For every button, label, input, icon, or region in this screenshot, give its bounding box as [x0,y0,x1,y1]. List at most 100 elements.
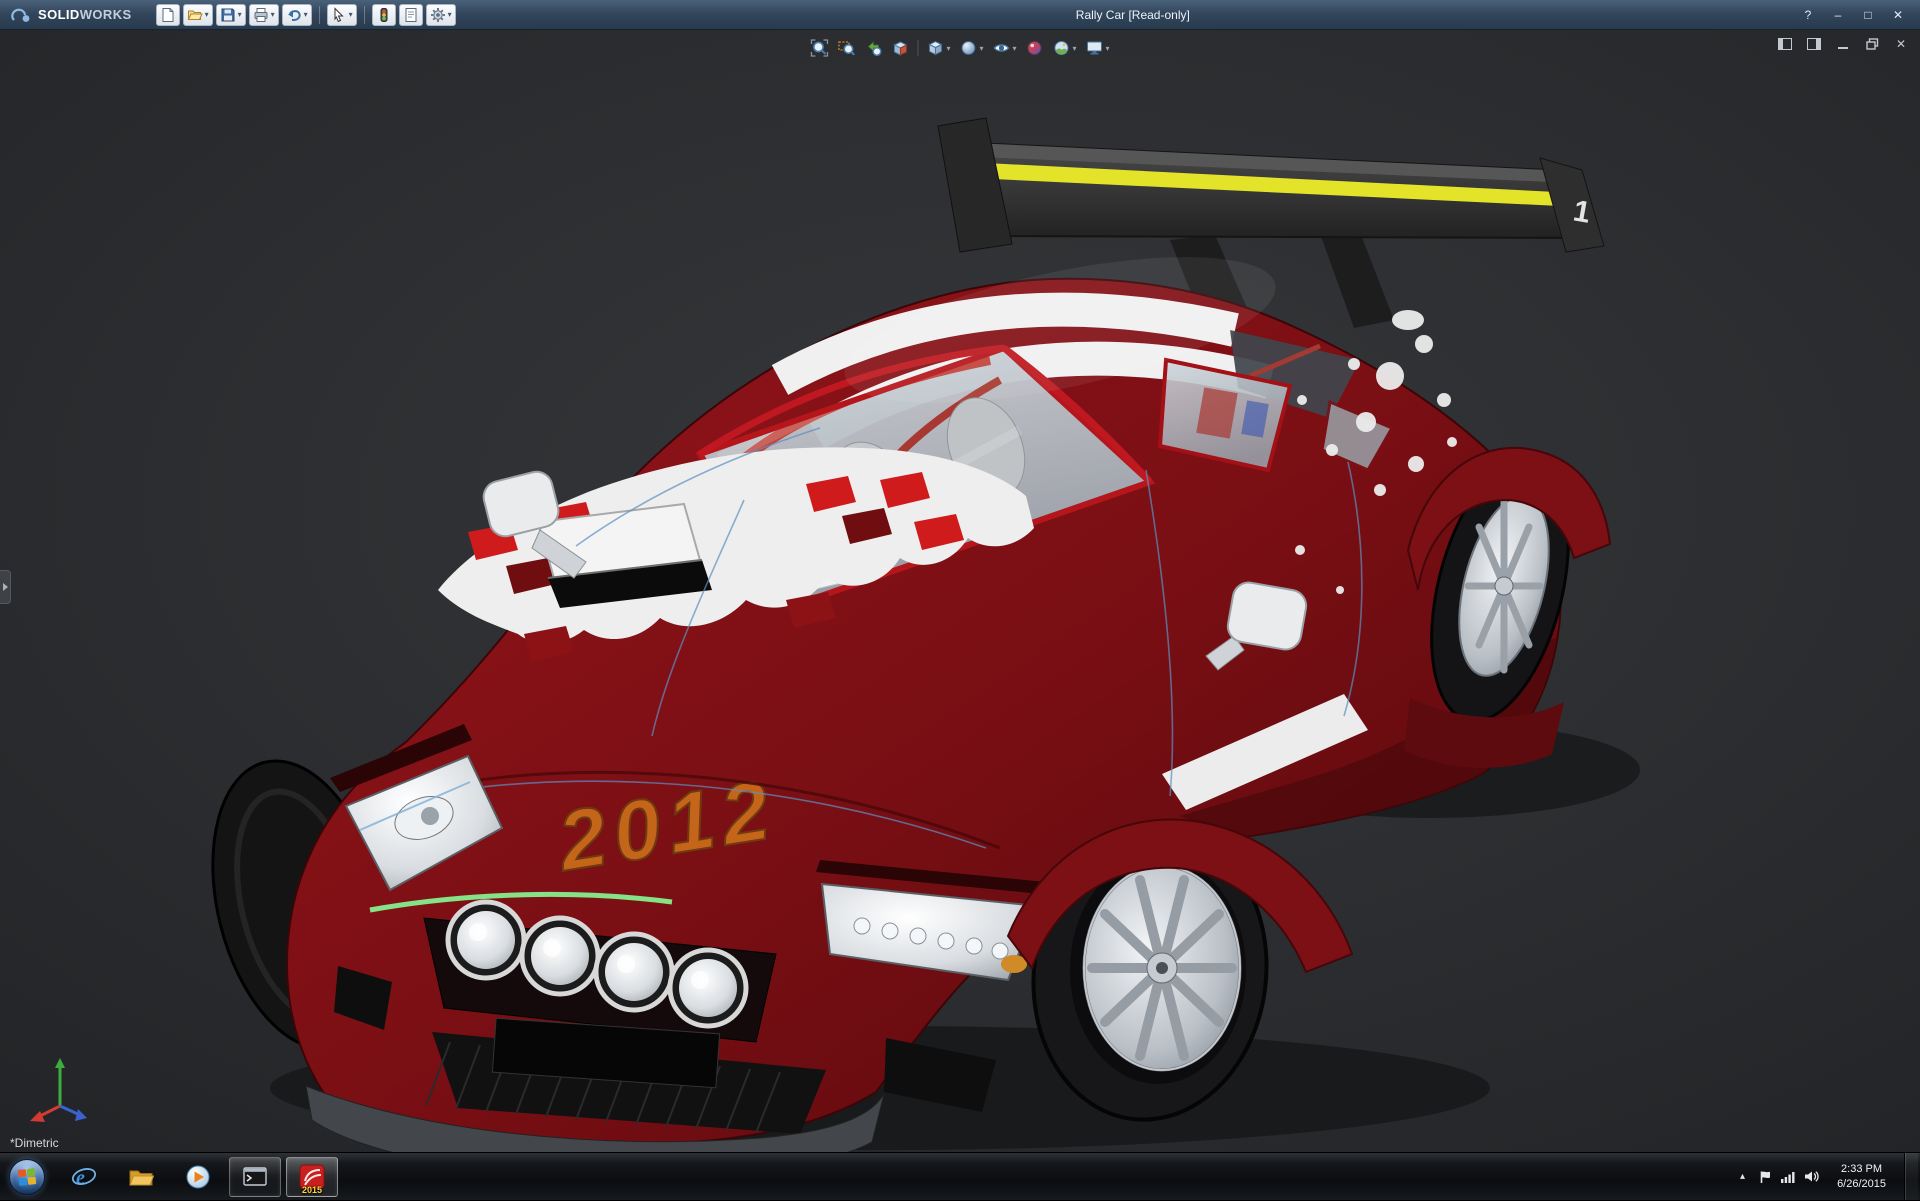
rebuild-trafficlight-icon [376,7,392,23]
solidworks-logo [10,7,32,23]
open-folder-icon [187,7,203,23]
zoom-to-area-icon [837,39,855,57]
view-settings-icon [1086,39,1104,57]
minimize-button[interactable]: – [1824,4,1852,26]
document-title: Rally Car [Read-only] [1076,8,1190,22]
gear-icon [430,7,446,23]
chevron-down-icon: ▾ [304,11,308,19]
chevron-down-icon: ▾ [205,11,209,19]
scene-icon [1053,39,1071,57]
select-button[interactable]: ▾ [327,4,357,26]
solidworks-version-badge: 2015 [302,1185,322,1195]
taskbar-item-solidworks-2015[interactable]: 2015 [286,1157,338,1197]
volume-icon[interactable] [1804,1170,1819,1183]
file-properties-icon [403,7,419,23]
taskbar-item-command-prompt[interactable] [229,1157,281,1197]
toolbar-separator [364,6,365,24]
rally-car-model[interactable]: 1 [0,30,1920,1152]
featuremanager-collapsed-tab[interactable] [0,570,11,604]
previous-view-button[interactable] [860,36,886,60]
taskbar-item-windows-explorer[interactable] [115,1157,167,1197]
apply-scene-button[interactable]: ▾ [1049,36,1081,60]
toolbar-separator [917,40,918,56]
previous-view-icon [864,39,882,57]
rebuild-button[interactable] [372,4,396,26]
clock-time: 2:33 PM [1837,1162,1886,1177]
internet-explorer-icon: e [71,1164,97,1190]
file-toolbar: ▾ ▾ ▾ ▾ ▾ ▾ [156,4,456,26]
window-controls: ? – □ ✕ [1794,4,1920,26]
minimize-document-button[interactable] [1832,35,1854,53]
chevron-down-icon: ▾ [1073,44,1077,53]
show-desktop-button[interactable] [1904,1153,1918,1200]
taskbar-clock[interactable]: 2:33 PM 6/26/2015 [1829,1162,1894,1192]
system-tray: ▴ 2:33 PM 6/26/2015 [1736,1153,1920,1200]
display-style-button[interactable]: ▾ [955,36,987,60]
open-button[interactable]: ▾ [183,4,213,26]
taskbar-items: e 2015 [58,1157,338,1197]
close-button[interactable]: ✕ [1884,4,1912,26]
app-titlebar: SOLIDWORKS ▾ ▾ ▾ ▾ ▾ [0,0,1920,30]
windows-taskbar: e 2015 ▴ 2:33 PM [0,1152,1920,1200]
eye-icon [992,39,1010,57]
new-button[interactable] [156,4,180,26]
file-properties-button[interactable] [399,4,423,26]
tray-icons [1759,1170,1819,1184]
zoom-to-fit-button[interactable] [806,36,832,60]
taskbar-item-internet-explorer[interactable]: e [58,1157,110,1197]
chevron-down-icon: ▾ [448,11,452,19]
taskbar-item-media-player[interactable] [172,1157,224,1197]
appearance-ball-icon [1026,39,1044,57]
zoom-to-area-button[interactable] [833,36,859,60]
show-left-pane-button[interactable] [1774,35,1796,53]
new-document-icon [160,7,176,23]
display-style-icon [959,39,977,57]
chevron-down-icon: ▾ [271,11,275,19]
brand-text: SOLIDWORKS [38,7,132,22]
view-settings-button[interactable]: ▾ [1082,36,1114,60]
save-button[interactable]: ▾ [216,4,246,26]
toolbar-separator [319,6,320,24]
printer-icon [253,7,269,23]
options-button[interactable]: ▾ [426,4,456,26]
folder-icon [128,1164,154,1190]
show-hidden-icons-button[interactable]: ▴ [1736,1167,1749,1186]
restore-icon [1866,38,1879,50]
graphics-viewport[interactable]: 1 [0,30,1920,1152]
right-pane-icon [1807,38,1821,50]
document-window-controls: ✕ [1774,35,1912,53]
section-view-button[interactable] [887,36,913,60]
chevron-down-icon: ▾ [946,44,950,53]
chevron-down-icon: ▾ [1012,44,1016,53]
action-center-flag-icon[interactable] [1759,1170,1772,1184]
save-disk-icon [220,7,236,23]
heads-up-view-toolbar: ▾ ▾ ▾ ▾ ▾ [806,36,1113,60]
network-icon[interactable] [1781,1171,1795,1183]
view-orientation-button[interactable]: ▾ [922,36,954,60]
select-cursor-icon [331,7,347,23]
restore-document-button[interactable] [1861,35,1883,53]
print-button[interactable]: ▾ [249,4,279,26]
section-view-icon [891,39,909,57]
close-document-button[interactable]: ✕ [1890,35,1912,53]
media-player-icon [185,1164,211,1190]
zoom-to-fit-icon [810,39,828,57]
chevron-down-icon: ▾ [979,44,983,53]
chevron-down-icon: ▾ [1106,44,1110,53]
start-button[interactable] [0,1153,54,1201]
command-prompt-icon [242,1164,268,1190]
maximize-button[interactable]: □ [1854,4,1882,26]
undo-arrow-icon [286,7,302,23]
view-orientation-cube-icon [926,39,944,57]
undo-button[interactable]: ▾ [282,4,312,26]
reference-triad [26,1048,96,1126]
left-pane-icon [1778,38,1792,50]
chevron-down-icon: ▾ [349,11,353,19]
hide-show-items-button[interactable]: ▾ [988,36,1020,60]
view-orientation-label: *Dimetric [10,1136,59,1150]
solidworks-brand: SOLIDWORKS [0,7,142,23]
edit-appearance-button[interactable] [1022,36,1048,60]
show-right-pane-button[interactable] [1803,35,1825,53]
chevron-down-icon: ▾ [238,11,242,19]
help-button[interactable]: ? [1794,4,1822,26]
